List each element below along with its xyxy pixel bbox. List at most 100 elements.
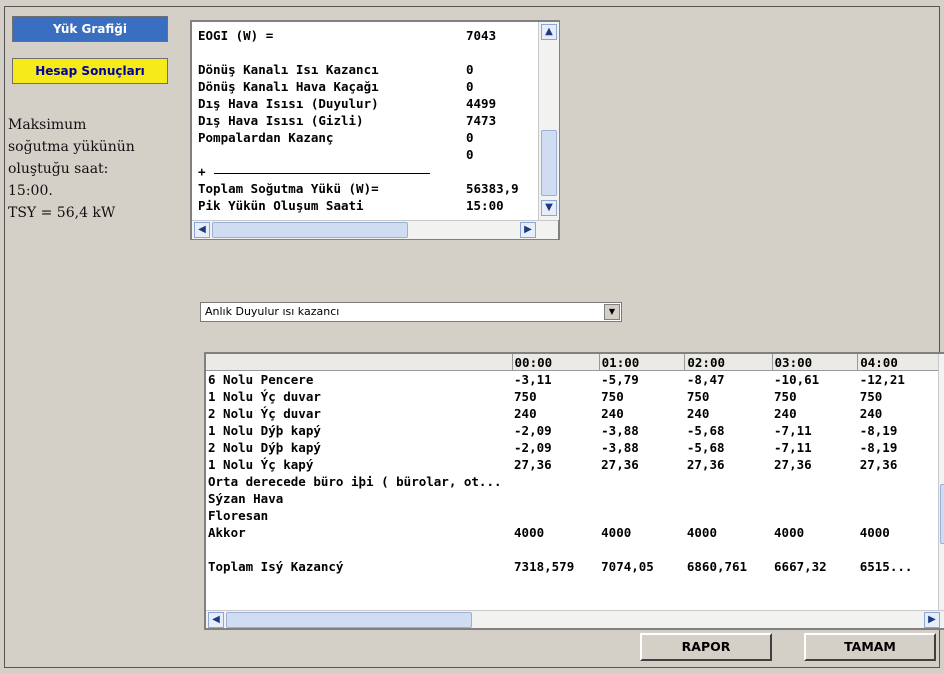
summary-label: Pik Yükün Oluşum Saati [198, 198, 364, 213]
scroll-right-icon[interactable]: ▶ [924, 612, 940, 628]
value-cell [772, 507, 858, 524]
value-cell: 4000 [774, 525, 805, 540]
calculation-results-button[interactable]: Hesap Sonuçları [12, 58, 168, 84]
value-cell: -2,09 [514, 440, 552, 455]
summary-value: 7473 [466, 113, 497, 128]
summary-label: Toplam Soğutma Yükü (W)= [198, 181, 379, 196]
summary-label: + [198, 164, 206, 179]
scrollbar-thumb[interactable] [212, 222, 408, 238]
value-cell: 7074,05 [601, 559, 654, 574]
summary-row: Toplam Soğutma Yükü (W)= 56383,9 [198, 181, 538, 198]
scroll-up-icon[interactable]: ▲ [541, 24, 557, 40]
sum-separator [214, 173, 430, 174]
scroll-right-icon[interactable]: ▶ [520, 222, 536, 238]
value-cell: 27,36 [514, 457, 552, 472]
summary-label: Dönüş Kanalı Isı Kazancı [198, 62, 379, 77]
gain-type-select[interactable]: Anlık Duyulur ısı kazancı ▼ [200, 302, 622, 322]
summary-value: 4499 [466, 96, 497, 111]
value-cell: 27,36 [774, 457, 812, 472]
row-label-cell: Orta derecede büro iþi ( bürolar, ot... [208, 474, 502, 489]
value-cell: 240 [774, 406, 797, 421]
summary-value: 0 [466, 130, 474, 145]
table-row: 2 Nolu Ýç duvar 240 240 240 240 240 [206, 405, 944, 422]
summary-label: EOGI (W) = [198, 28, 274, 43]
row-label-cell: Akkor [208, 525, 246, 540]
table-header-hour[interactable]: 00:00 [512, 354, 600, 371]
value-cell: 4000 [514, 525, 545, 540]
summary-row: EOGI (W) = 7043 [198, 28, 538, 45]
value-cell: 240 [686, 406, 710, 421]
row-label-cell: Sýzan Hava [208, 491, 284, 506]
summary-vertical-scrollbar[interactable]: ▲ ▼ [538, 22, 559, 220]
table-header-hour[interactable]: 04:00 [857, 354, 944, 371]
value-cell: 240 [514, 406, 537, 421]
scrollbar-thumb[interactable] [940, 484, 944, 544]
summary-label: Dış Hava Isısı (Gizli) [198, 113, 364, 128]
summary-row: Dış Hava Isısı (Gizli) 7473 [198, 113, 538, 130]
value-cell: 750 [514, 389, 537, 404]
value-cell [772, 541, 858, 558]
load-graph-button[interactable]: Yük Grafiği [12, 16, 168, 42]
table-row: Floresan [206, 507, 944, 524]
scrollbar-thumb[interactable] [541, 130, 557, 196]
summary-value: 0 [466, 147, 474, 162]
value-cell [858, 473, 944, 490]
chevron-down-icon[interactable]: ▼ [604, 304, 620, 320]
value-cell [512, 541, 599, 558]
value-cell [772, 473, 858, 490]
summary-panel: EOGI (W) = 7043 Dönüş Kanalı Isı Kazancı 0 D… [190, 20, 560, 240]
note-line: soğutma yükünün [8, 139, 135, 155]
table-horizontal-scrollbar[interactable]: ◀ ▶ [206, 610, 944, 628]
scroll-left-icon[interactable]: ◀ [194, 222, 210, 238]
table-vertical-scrollbar[interactable] [938, 354, 944, 610]
summary-row: + [198, 164, 538, 181]
value-cell [858, 490, 944, 507]
table-row: Orta derecede büro iþi ( bürolar, ot... [206, 473, 944, 490]
value-cell: -7,11 [774, 423, 812, 438]
value-cell [858, 507, 944, 524]
value-cell: -3,88 [601, 423, 639, 438]
value-cell [685, 473, 772, 490]
summary-row: Dönüş Kanalı Isı Kazancı 0 [198, 62, 538, 79]
summary-value: 0 [466, 62, 474, 77]
table-row: Sýzan Hava [206, 490, 944, 507]
value-cell: 27,36 [859, 457, 898, 472]
note-line: TSY = 56,4 kW [8, 205, 116, 221]
value-cell: 750 [686, 389, 710, 404]
summary-row: Pompalardan Kazanç 0 [198, 130, 538, 147]
table-header-row: 00:00 01:00 02:00 03:00 04:00 [206, 354, 944, 371]
summary-row: Dönüş Kanalı Hava Kaçağı 0 [198, 79, 538, 96]
note-line: Maksimum [8, 117, 87, 133]
value-cell: -5,68 [686, 440, 725, 455]
value-cell: 4000 [601, 525, 632, 540]
value-cell: 6667,32 [774, 559, 827, 574]
row-label-cell: 2 Nolu Ýç duvar [208, 406, 321, 421]
summary-horizontal-scrollbar[interactable]: ◀ ▶ [192, 220, 558, 239]
summary-label: Dönüş Kanalı Hava Kaçağı [198, 79, 379, 94]
table-header-hour[interactable]: 03:00 [772, 354, 859, 371]
value-cell: -8,19 [859, 423, 898, 438]
peak-load-note: Maksimum soğutma yükünün oluştuğu saat: … [8, 114, 176, 224]
value-cell: 750 [774, 389, 797, 404]
report-button[interactable]: RAPOR [640, 633, 772, 661]
table-header-hour[interactable]: 01:00 [599, 354, 686, 371]
value-cell [512, 507, 599, 524]
row-label-cell: Toplam Isý Kazancý [208, 559, 344, 574]
value-cell: 750 [859, 389, 883, 404]
ok-button[interactable]: TAMAM [804, 633, 936, 661]
summary-row [198, 45, 538, 62]
value-cell [512, 490, 599, 507]
value-cell: -8,19 [859, 440, 898, 455]
row-label-cell: 6 Nolu Pencere [208, 372, 314, 387]
value-cell: -7,11 [774, 440, 812, 455]
row-label-cell: 1 Nolu Dýþ kapý [208, 423, 321, 438]
scroll-left-icon[interactable]: ◀ [208, 612, 224, 628]
row-label-cell: 2 Nolu Dýþ kapý [208, 440, 321, 455]
value-cell: 4000 [859, 525, 890, 540]
table-header-corner[interactable] [206, 354, 513, 371]
scrollbar-thumb[interactable] [226, 612, 472, 628]
summary-value: 15:00 [466, 198, 504, 213]
table-header-hour[interactable]: 02:00 [684, 354, 773, 371]
table-row: 1 Nolu Ýç duvar 750 750 750 750 750 [206, 388, 944, 405]
scroll-down-icon[interactable]: ▼ [541, 200, 557, 216]
